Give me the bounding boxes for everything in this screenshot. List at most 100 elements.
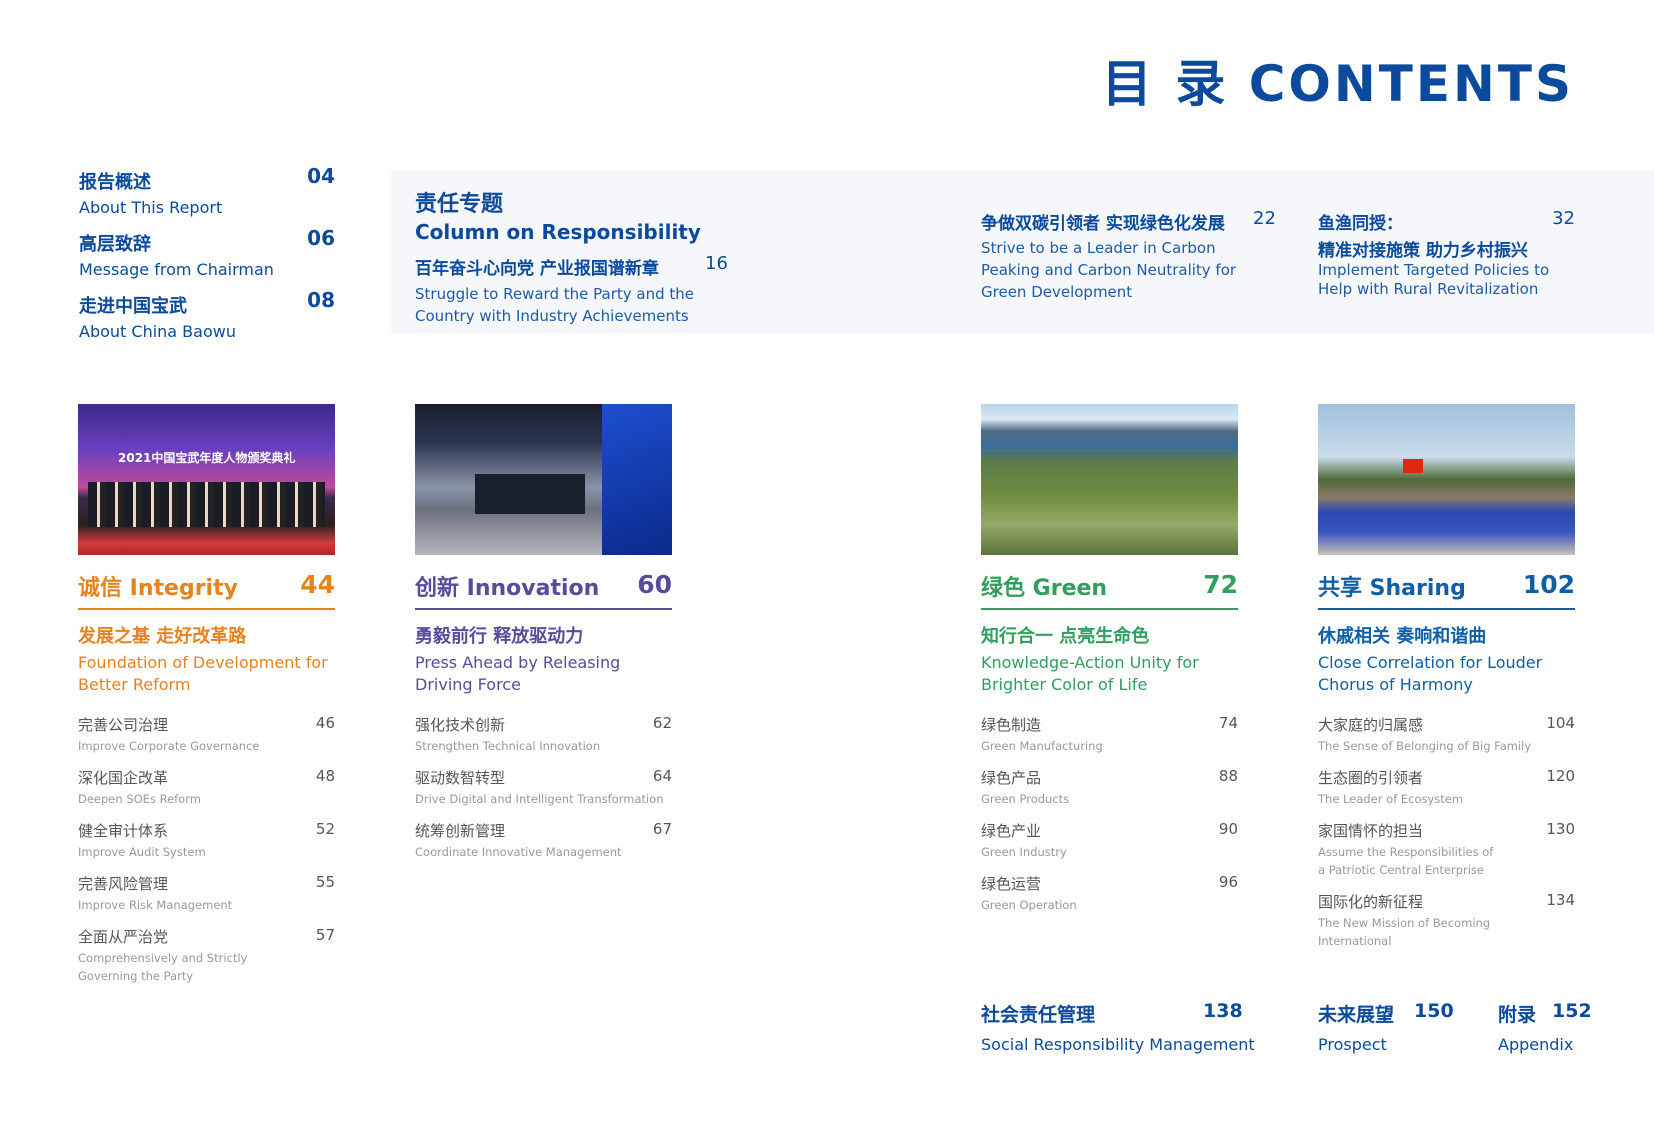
page-number: 32 [1552,208,1575,229]
item-title-en: Strengthen Technical Innovation [415,739,601,753]
photo-caption: 2021中国宝武年度人物颁奖典礼 [118,451,296,465]
column-entry-centenary[interactable]: 百年奋斗心向党 产业报国谱新章 Struggle to Reward the P… [415,253,728,327]
page-number: 90 [1218,820,1238,838]
page-number: 96 [1218,873,1238,891]
toc-entry-csr-management[interactable]: 社会责任管理 Social Responsibility Management … [981,1000,1255,1054]
page-number: 64 [652,767,672,785]
page-number: 04 [307,164,335,188]
toc-item[interactable]: 大家庭的归属感 The Sense of Belonging of Big Fam… [1318,714,1575,755]
item-title-cn: 生态圈的引领者 [1318,769,1424,787]
page-number: 104 [1546,714,1575,732]
page-title: 目 录 CONTENTS [1101,55,1574,113]
entry-title-cn: 争做双碳引领者 实现绿色化发展 [981,214,1225,234]
toc-item[interactable]: 深化国企改革 Deepen SOEs Reform 48 [78,767,335,808]
toc-item[interactable]: 国际化的新征程 The New Mission of Becoming Intern… [1318,891,1575,950]
section-green: 绿色 Green 72 知行合一 点亮生命色 Knowledge-Action … [981,404,1238,926]
entry-title-en: Implement Targeted Policies to [1318,261,1550,279]
item-title-cn: 国际化的新征程 [1318,893,1424,911]
item-title-en: The New Mission of Becoming [1318,916,1491,930]
entry-title-en: Social Responsibility Management [981,1035,1255,1054]
entry-title-en: Help with Rural Revitalization [1318,280,1539,298]
item-title-en: The Leader of Ecosystem [1318,792,1464,806]
section-subtitle-en: Chorus of Harmony [1318,675,1473,694]
page-number: 74 [1218,714,1238,732]
page-number: 138 [1203,1000,1243,1022]
ceremony-photo: 2021中国宝武年度人物颁奖典礼 [78,404,335,555]
item-title-en: a Patriotic Central Enterprise [1318,863,1485,877]
item-title-cn: 统筹创新管理 [415,822,506,840]
item-title-en: Coordinate Innovative Management [415,845,622,859]
blue-wall [602,404,672,555]
toc-item[interactable]: 完善公司治理 Improve Corporate Governance 46 [78,714,335,755]
entry-title-en: Strive to be a Leader in Carbon [981,239,1216,257]
entry-title-en: Country with Industry Achievements [415,307,689,325]
section-title: 创新 Innovation [415,576,600,601]
toc-item[interactable]: 生态圈的引领者 The Leader of Ecosystem 120 [1318,767,1575,808]
column-entry-carbon[interactable]: 争做双碳引领者 实现绿色化发展 Strive to be a Leader in… [981,208,1281,303]
section-header[interactable]: 共享 Sharing 102 [1318,570,1575,610]
item-title-en: Green Products [981,792,1070,806]
toc-item[interactable]: 家国情怀的担当 Assume the Responsibilities of a P… [1318,820,1575,879]
section-header[interactable]: 创新 Innovation 60 [415,570,672,610]
toc-item[interactable]: 驱动数智转型 Drive Digital and Intelligent Tran… [415,767,672,808]
monitors [475,474,585,514]
section-header[interactable]: 诚信 Integrity 44 [78,570,335,610]
page-number: 57 [315,926,335,944]
section-subtitle-en: Press Ahead by Releasing [415,653,621,672]
entry-title-en: About This Report [79,198,223,217]
page-number: 102 [1522,570,1575,599]
entry-title-en: Prospect [1318,1035,1387,1054]
toc-item[interactable]: 强化技术创新 Strengthen Technical Innovation 62 [415,714,672,755]
toc-entry-about-report[interactable]: 报告概述 About This Report 04 [79,164,335,217]
item-title-en: Green Industry [981,845,1067,859]
page-number: 46 [315,714,335,732]
entry-title-en: Struggle to Reward the Party and the [415,285,694,303]
toc-item[interactable]: 绿色制造 Green Manufacturing 74 [981,714,1238,755]
item-title-en: Improve Risk Management [78,898,233,912]
section-subtitle-cn: 休戚相关 奏响和谐曲 [1318,626,1487,647]
page-number: 67 [652,820,672,838]
item-title-cn: 大家庭的归属感 [1318,716,1424,734]
toc-item[interactable]: 绿色产业 Green Industry 90 [981,820,1238,861]
toc-entry-appendix[interactable]: 附录 Appendix 152 [1498,1000,1648,1054]
toc-item[interactable]: 全面从严治党 Comprehensively and Strictly Govern… [78,926,335,985]
toc-entry-about-baowu[interactable]: 走进中国宝武 About China Baowu 08 [79,288,335,341]
item-title-en: Improve Audit System [78,845,206,859]
toc-item[interactable]: 绿色产品 Green Products 88 [981,767,1238,808]
toc-entry-chairman[interactable]: 高层致辞 Message from Chairman 06 [79,226,335,279]
toc-item[interactable]: 健全审计体系 Improve Audit System 52 [78,820,335,861]
steel-plant-photo [981,404,1238,555]
toc-entry-prospect[interactable]: 未来展望 Prospect 150 [1318,1000,1468,1054]
section-subtitle-cn: 勇毅前行 释放驱动力 [415,626,584,647]
toc-item[interactable]: 绿色运营 Green Operation 96 [981,873,1238,914]
section-innovation: 创新 Innovation 60 勇毅前行 释放驱动力 Press Ahead … [415,404,672,873]
team-photo [1318,404,1575,555]
section-subtitle-en: Close Correlation for Louder [1318,653,1543,672]
page-number: 130 [1546,820,1575,838]
item-title-en: International [1318,934,1392,948]
flag [1403,459,1423,473]
toc-item[interactable]: 完善风险管理 Improve Risk Management 55 [78,873,335,914]
section-header[interactable]: 绿色 Green 72 [981,570,1238,610]
page-number: 48 [315,767,335,785]
section-subtitle-en: Driving Force [415,675,521,694]
section-subtitle-en: Brighter Color of Life [981,675,1148,694]
section-subtitle-en: Knowledge-Action Unity for [981,653,1199,672]
page-number: 88 [1218,767,1238,785]
page-number: 134 [1546,891,1575,909]
entry-title-en: Appendix [1498,1035,1574,1054]
entry-title-cn: 高层致辞 [79,234,151,255]
column-entry-rural[interactable]: 鱼渔同授： 精准对接施策 助力乡村振兴 Implement Targeted P… [1318,208,1575,299]
toc-item[interactable]: 统筹创新管理 Coordinate Innovative Management 67 [415,820,672,861]
page-number: 06 [307,226,335,250]
item-title-cn: 深化国企改革 [78,769,169,787]
entry-title-cn: 鱼渔同授： [1318,214,1403,234]
item-title-cn: 绿色制造 [981,716,1042,734]
entry-title-cn: 社会责任管理 [981,1004,1096,1026]
section-title: 绿色 Green [981,576,1108,601]
item-title-cn: 完善公司治理 [78,716,169,734]
item-title-en: Governing the Party [78,969,194,983]
entry-title-en: About China Baowu [79,322,236,341]
column-title-en: Column on Responsibility [415,220,701,244]
item-title-cn: 驱动数智转型 [415,769,506,787]
